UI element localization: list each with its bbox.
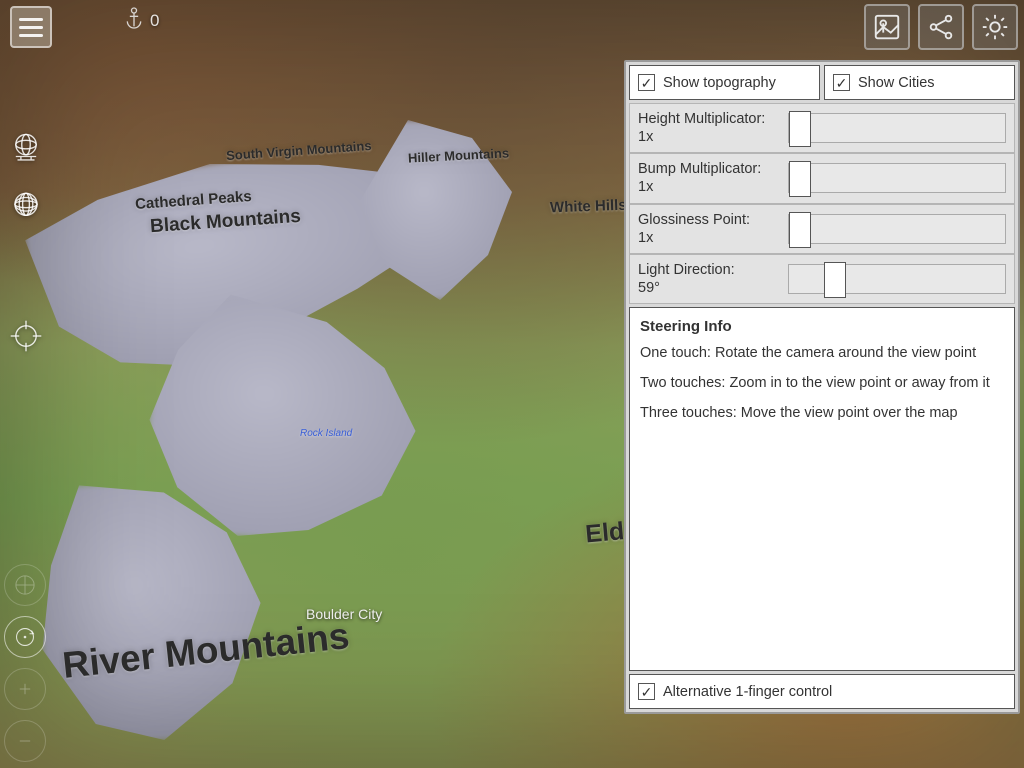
slider-labels: Height Multiplicator:1x: [638, 110, 778, 146]
show-cities-checkbox[interactable]: Show Cities: [824, 65, 1015, 100]
menu-button[interactable]: [10, 6, 52, 48]
slider-row: Glossiness Point:1x: [629, 204, 1015, 254]
heading-indicator: 0: [124, 6, 159, 35]
slider-thumb[interactable]: [789, 111, 811, 147]
zoom-out-button[interactable]: [4, 720, 46, 762]
checkbox-icon: [638, 683, 655, 700]
steering-info-box: Steering Info One touch: Rotate the came…: [629, 307, 1015, 671]
steering-info-line: Three touches: Move the view point over …: [640, 405, 1004, 421]
slider-label: Height Multiplicator:: [638, 110, 778, 128]
zoom-in-button[interactable]: [4, 668, 46, 710]
compass-button[interactable]: [4, 564, 46, 606]
slider-label: Light Direction:: [638, 261, 778, 279]
slider-value: 1x: [638, 178, 778, 196]
show-topography-checkbox[interactable]: Show topography: [629, 65, 820, 100]
steering-info-line: One touch: Rotate the camera around the …: [640, 345, 1004, 361]
settings-panel: Show topography Show Cities Height Multi…: [624, 60, 1020, 714]
rotate-button[interactable]: [4, 616, 46, 658]
left-tools-bottom: [4, 564, 50, 762]
app-stage: South Virgin MountainsHiller MountainsCa…: [0, 0, 1024, 768]
slider-track[interactable]: [788, 214, 1006, 244]
slider-row: Height Multiplicator:1x: [629, 103, 1015, 153]
show-topography-label: Show topography: [663, 75, 776, 91]
left-tools-mid: [6, 316, 50, 356]
slider-thumb[interactable]: [824, 262, 846, 298]
slider-thumb[interactable]: [789, 161, 811, 197]
slider-labels: Bump Multiplicator:1x: [638, 160, 778, 196]
left-tools-upper: [6, 128, 50, 226]
slider-value: 1x: [638, 229, 778, 247]
sliders-group: Height Multiplicator:1xBump Multiplicato…: [629, 103, 1015, 304]
top-right-toolbar: [864, 4, 1018, 50]
show-cities-label: Show Cities: [858, 75, 935, 91]
heading-value: 0: [150, 11, 159, 31]
slider-label: Bump Multiplicator:: [638, 160, 778, 178]
slider-track[interactable]: [788, 163, 1006, 193]
slider-labels: Light Direction:59°: [638, 261, 778, 297]
slider-row: Bump Multiplicator:1x: [629, 153, 1015, 203]
share-button[interactable]: [918, 4, 964, 50]
slider-value: 1x: [638, 128, 778, 146]
slider-labels: Glossiness Point:1x: [638, 211, 778, 247]
settings-button[interactable]: [972, 4, 1018, 50]
steering-info-line: Two touches: Zoom in to the view point o…: [640, 375, 1004, 391]
slider-value: 59°: [638, 279, 778, 297]
locate-button[interactable]: [6, 316, 46, 356]
slider-track[interactable]: [788, 113, 1006, 143]
globe-solid-button[interactable]: [6, 128, 46, 168]
slider-thumb[interactable]: [789, 212, 811, 248]
slider-row: Light Direction:59°: [629, 254, 1015, 304]
steering-info-title: Steering Info: [640, 318, 1004, 335]
basemap-button[interactable]: [864, 4, 910, 50]
checkbox-icon: [833, 74, 850, 91]
anchor-icon: [124, 6, 144, 35]
globe-wire-button[interactable]: [6, 186, 46, 226]
slider-label: Glossiness Point:: [638, 211, 778, 229]
visibility-row: Show topography Show Cities: [629, 65, 1015, 100]
slider-track[interactable]: [788, 264, 1006, 294]
alt-control-label: Alternative 1-finger control: [663, 684, 832, 700]
checkbox-icon: [638, 74, 655, 91]
alt-control-checkbox[interactable]: Alternative 1-finger control: [629, 674, 1015, 709]
